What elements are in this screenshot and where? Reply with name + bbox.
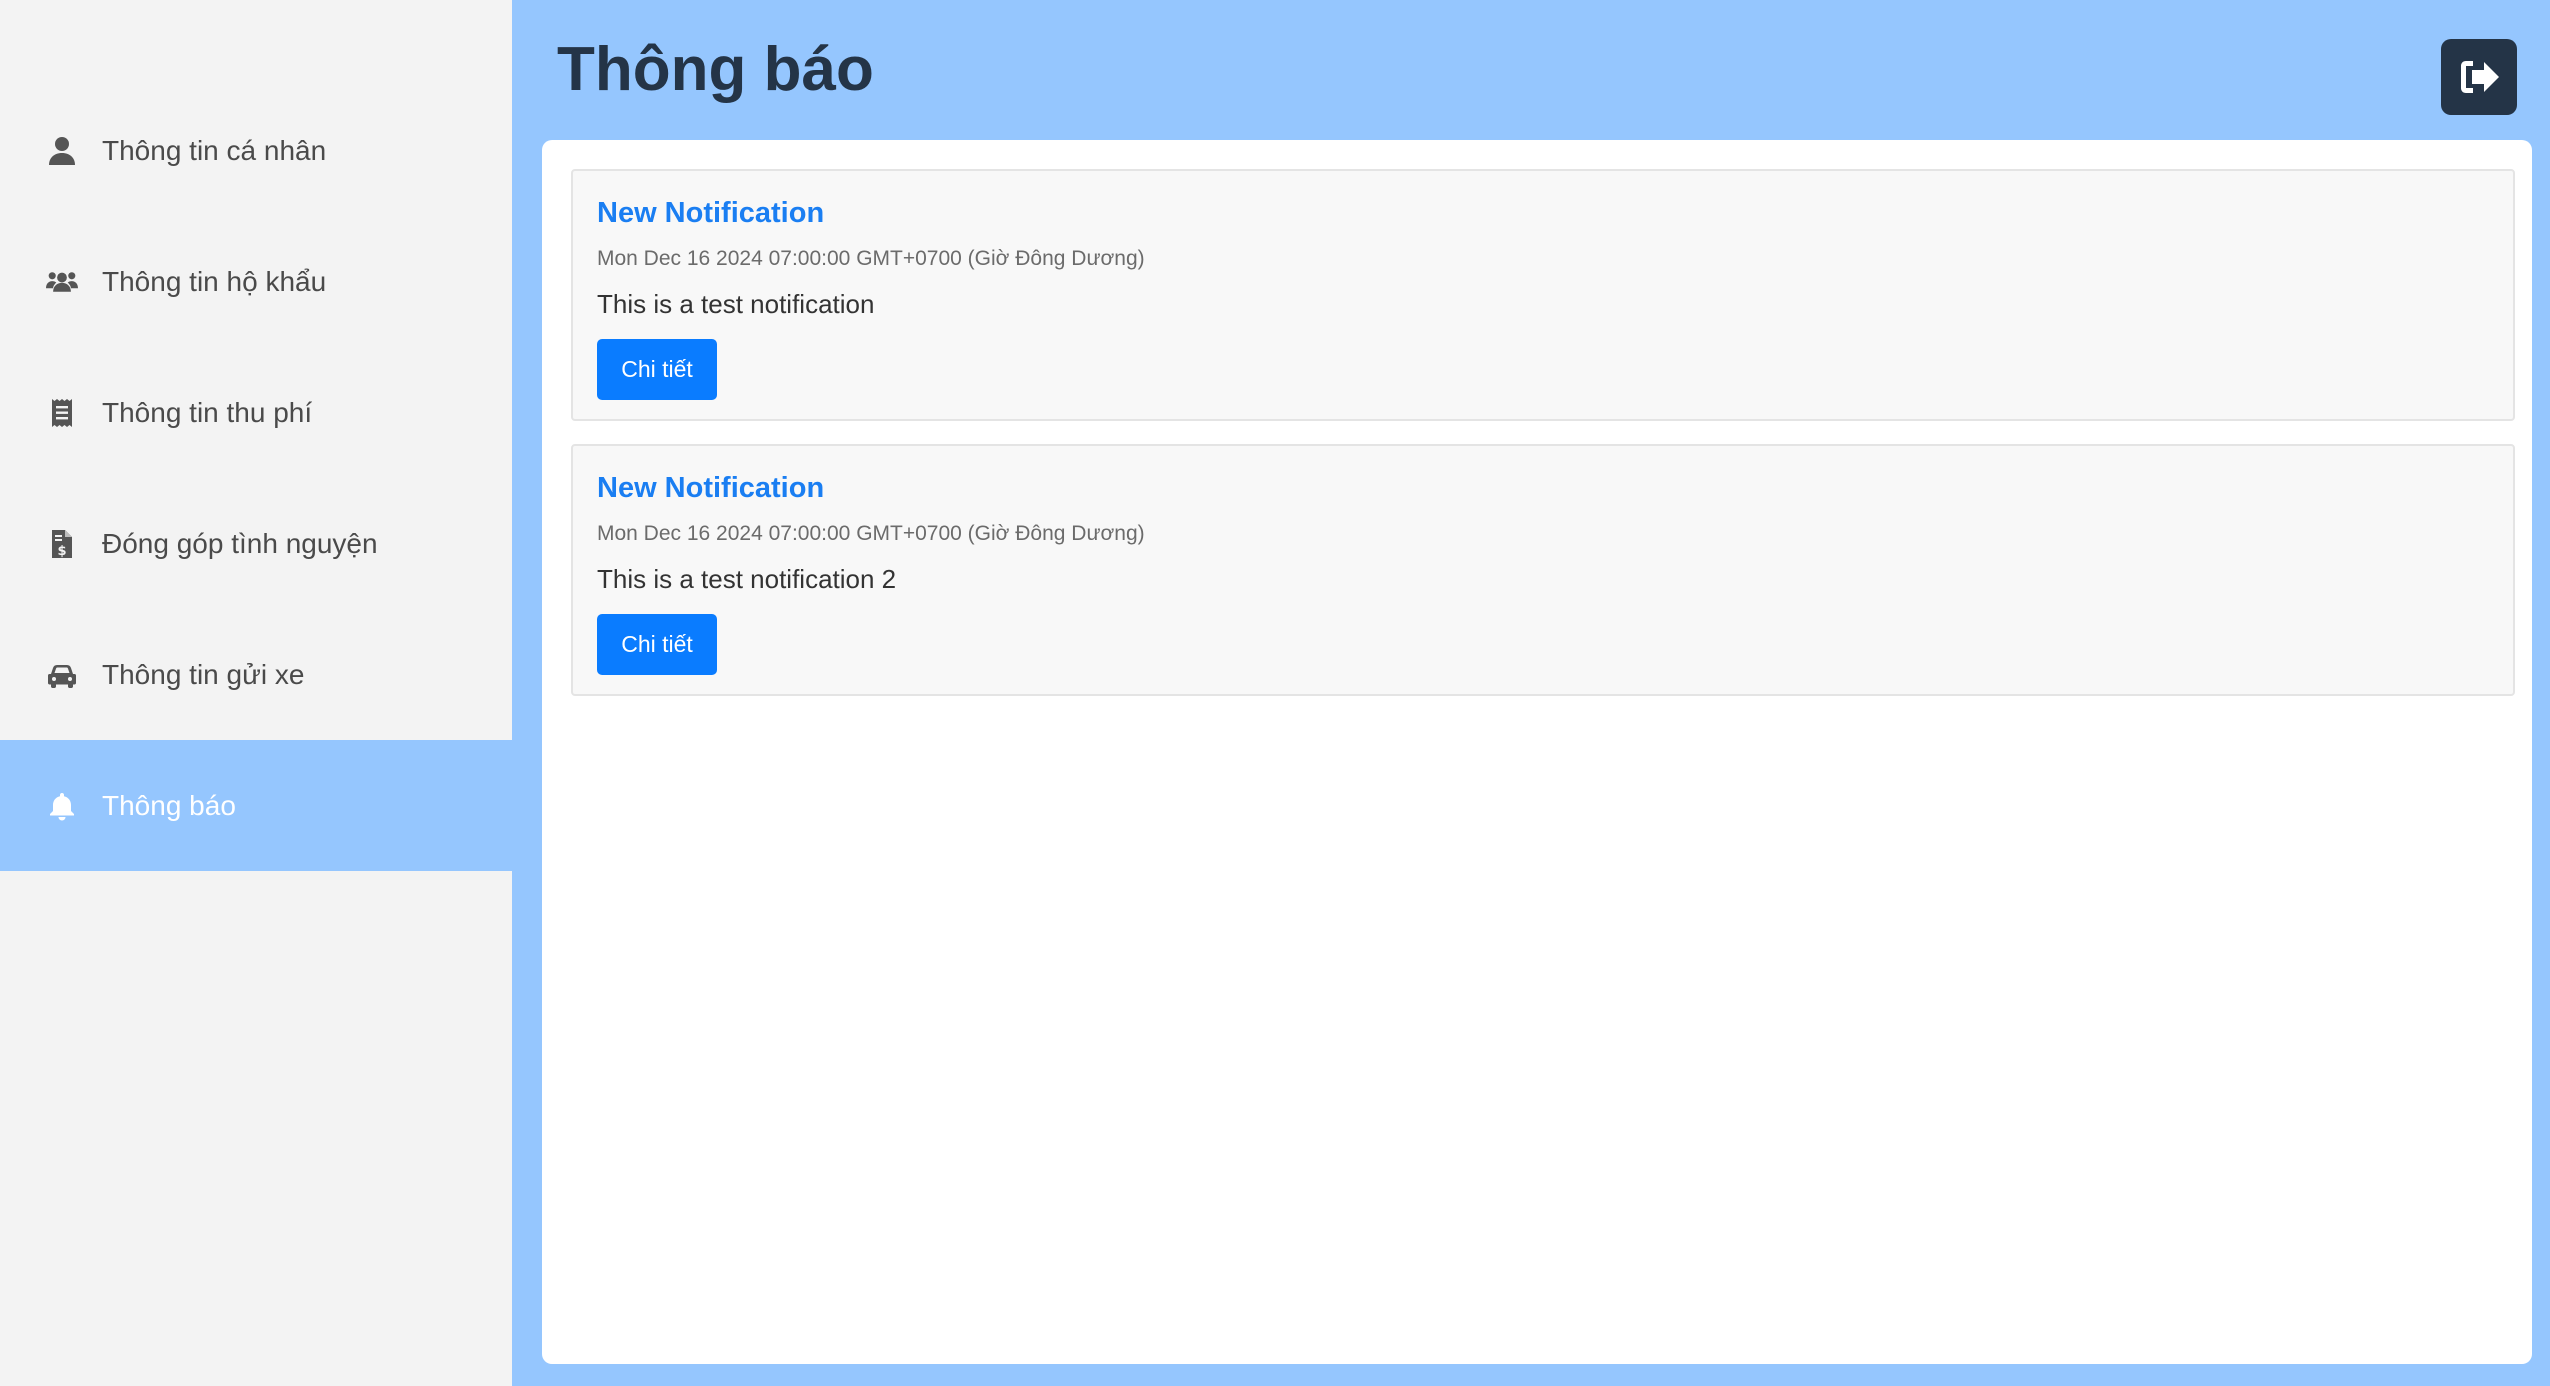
receipt-icon (44, 395, 80, 431)
notification-title[interactable]: New Notification (597, 193, 824, 233)
detail-button[interactable]: Chi tiết (597, 339, 717, 400)
sidebar-item-label: Thông tin gửi xe (102, 658, 305, 690)
sidebar-nav: Thông tin cá nhân Thông tin hộ khẩu Thôn… (0, 85, 512, 871)
detail-button[interactable]: Chi tiết (597, 614, 717, 675)
bell-icon (44, 788, 80, 824)
sidebar-item-household-info[interactable]: Thông tin hộ khẩu (0, 216, 512, 347)
sidebar-item-fee-info[interactable]: Thông tin thu phí (0, 347, 512, 478)
svg-text:$: $ (57, 544, 66, 559)
sidebar-item-volunteer-contribution[interactable]: $ Đóng góp tình nguyện (0, 478, 512, 609)
page-title: Thông báo (557, 35, 874, 104)
notification-message: This is a test notification 2 (597, 564, 897, 594)
user-icon (44, 133, 80, 169)
notification-title[interactable]: New Notification (597, 468, 824, 508)
sidebar-item-label: Thông tin hộ khẩu (102, 265, 327, 297)
sidebar-item-parking-info[interactable]: Thông tin gửi xe (0, 609, 512, 740)
invoice-dollar-icon: $ (44, 526, 80, 562)
sidebar-item-notifications[interactable]: Thông báo (0, 740, 512, 871)
sidebar-item-label: Thông báo (102, 789, 236, 821)
sidebar-item-label: Thông tin thu phí (102, 396, 313, 428)
app-root: Thông tin cá nhân Thông tin hộ khẩu Thôn… (0, 0, 2550, 1386)
notification-date: Mon Dec 16 2024 07:00:00 GMT+0700 (Giờ Đ… (597, 522, 1145, 545)
notifications-panel: New Notification Mon Dec 16 2024 07:00:0… (542, 140, 2532, 1364)
logout-button[interactable] (2441, 39, 2517, 115)
sidebar-item-label: Thông tin cá nhân (102, 134, 327, 166)
notification-date: Mon Dec 16 2024 07:00:00 GMT+0700 (Giờ Đ… (597, 247, 1145, 270)
sidebar: Thông tin cá nhân Thông tin hộ khẩu Thôn… (0, 0, 512, 1386)
sidebar-item-personal-info[interactable]: Thông tin cá nhân (0, 85, 512, 216)
notification-card: New Notification Mon Dec 16 2024 07:00:0… (571, 444, 2515, 696)
notification-message: This is a test notification (597, 289, 875, 319)
users-icon (44, 264, 80, 300)
notification-card: New Notification Mon Dec 16 2024 07:00:0… (571, 169, 2515, 421)
sign-out-icon (2461, 61, 2499, 93)
car-icon (44, 657, 80, 693)
sidebar-item-label: Đóng góp tình nguyện (102, 527, 378, 559)
